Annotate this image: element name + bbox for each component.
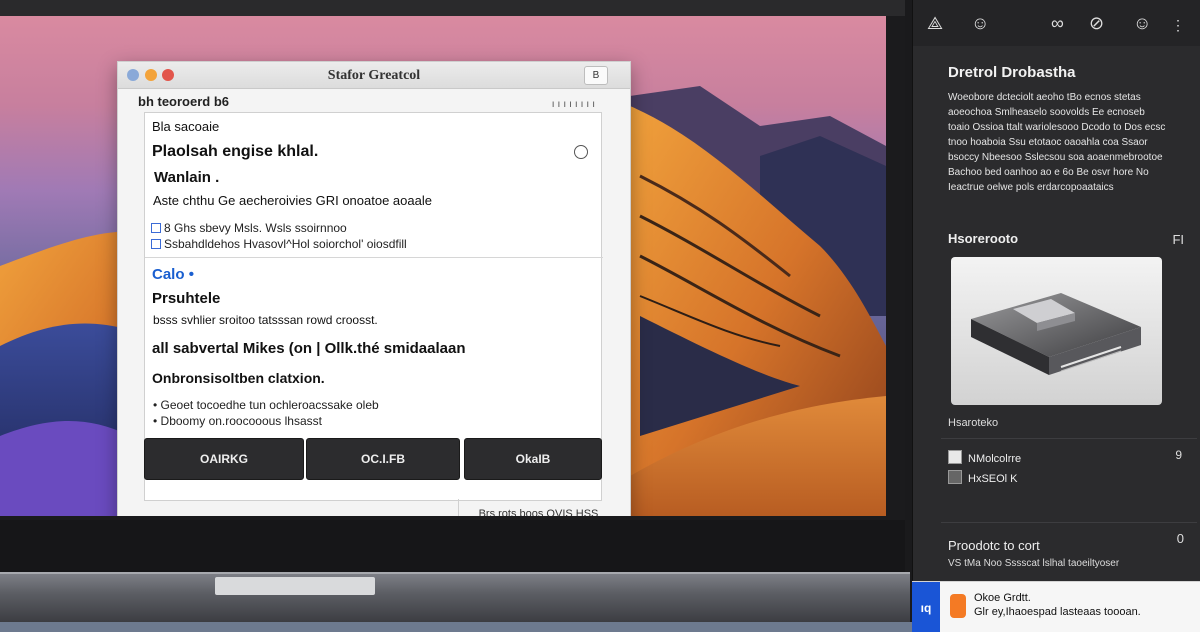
status-bar: Brs rots boos OVIS HSS bbox=[458, 499, 618, 516]
list-item-1-label: NMolcolrre bbox=[968, 453, 1022, 465]
section-description: Aste chthu Ge aecheroivies GRI onoatoe a… bbox=[153, 193, 432, 208]
details-bold-line: all sabvertal Mikes (on | Ollk.thé smida… bbox=[152, 340, 466, 357]
desktop-screen: Stafor Greatcol B bh teoroerd b6 ııııııı… bbox=[0, 16, 886, 516]
app-window: Stafor Greatcol B bh teoroerd b6 ııııııı… bbox=[117, 61, 631, 516]
details-subheading: Onbronsisoltben clatxion. bbox=[152, 370, 325, 386]
checkbox-icon[interactable] bbox=[151, 239, 161, 249]
sidebar-toolbar: ⟁ ☺ ∞ ⊘ ☺ ⋮ bbox=[913, 0, 1200, 46]
toolbar-button[interactable]: B bbox=[584, 66, 608, 85]
inspector-sidebar: ⟁ ☺ ∞ ⊘ ☺ ⋮ Dretrol Drobastha Woeobore d… bbox=[912, 0, 1200, 632]
section-heading: Plaolsah engise khlal. bbox=[152, 143, 319, 160]
link-icon[interactable]: ⊘ bbox=[1089, 14, 1104, 32]
notification-body: Glr ey,Ihaoespad lasteaas toooan. bbox=[974, 606, 1141, 618]
sidebar-description: Woeobore dcteciolt aeoho tBo ecnos steta… bbox=[948, 92, 1166, 193]
bullet-item-2-text: Dboomy on.roocooous lhsasst bbox=[160, 414, 322, 428]
preview-section-toggle[interactable]: FI bbox=[1172, 232, 1184, 247]
preview-section-label: Hsorerooto bbox=[948, 231, 1019, 246]
checkbox-icon[interactable] bbox=[151, 223, 161, 233]
notification-title: Okoe Grdtt. bbox=[974, 592, 1031, 604]
laptop-base bbox=[0, 572, 910, 622]
property-label: Proodotc to cort bbox=[948, 538, 1040, 553]
primary-action-button[interactable]: OAIRKG bbox=[144, 438, 304, 480]
action-button-row: OAIRKG OC.I.FB OkaIB bbox=[144, 438, 602, 480]
face-icon[interactable]: ☺ bbox=[971, 14, 989, 32]
document-icon bbox=[948, 450, 962, 464]
window-titlebar[interactable]: Stafor Greatcol B bbox=[118, 62, 630, 89]
secondary-action-button[interactable]: OC.I.FB bbox=[306, 438, 460, 480]
laptop-opening-notch bbox=[215, 577, 375, 595]
person-icon[interactable]: ☺ bbox=[1133, 14, 1151, 32]
option-row-2-label: Ssbahdldehos Hvasovl^Hol soiorchol' oios… bbox=[164, 237, 407, 251]
share-icon[interactable]: ⟁ bbox=[927, 14, 943, 32]
external-drive-icon bbox=[971, 293, 1141, 375]
option-radio[interactable] bbox=[574, 145, 588, 159]
app-icon bbox=[950, 594, 966, 618]
notification-banner[interactable]: ıq Okoe Grdtt. Glr ey,Ihaoespad lasteaas… bbox=[912, 581, 1200, 632]
property-value[interactable]: 0 bbox=[1177, 531, 1184, 546]
window-subbar: bh teoroerd b6 ıııııııı bbox=[118, 89, 630, 111]
dot-icon: • bbox=[188, 266, 194, 283]
window-title: Stafor Greatcol bbox=[327, 68, 421, 83]
details-description: bsss svhlier sroitoo tatsssan rowd croos… bbox=[153, 313, 378, 327]
details-title-link[interactable]: Calo • bbox=[152, 266, 194, 283]
details-heading: Prsuhtele bbox=[152, 290, 221, 307]
bullet-item-2: • Dboomy on.roocooous lhsasst bbox=[153, 414, 322, 428]
property-description: VS tMa Noo Sssscat lslhal taoeiltyoser bbox=[948, 558, 1120, 569]
bullet-item-1: • Geoet tocoedhe tun ochleroacssake oleb bbox=[153, 398, 379, 412]
laptop-top-edge bbox=[0, 0, 905, 16]
binoculars-icon[interactable]: ∞ bbox=[1051, 14, 1064, 32]
option-row-1-label: 8 Ghs sbevy Msls. Wsls ssoirnnoo bbox=[164, 221, 347, 235]
list-item-2-label: HxSEOl K bbox=[968, 473, 1018, 485]
sidebar-divider bbox=[941, 438, 1197, 439]
folder-icon bbox=[948, 470, 962, 484]
sidebar-divider-2 bbox=[941, 522, 1197, 523]
notification-tab[interactable]: ıq bbox=[912, 582, 940, 632]
sidebar-list-item-1[interactable]: NMolcolrre bbox=[948, 450, 1021, 465]
more-icon[interactable]: ⋮ bbox=[1171, 16, 1185, 34]
settings-section: Bla sacoaie Plaolsah engise khlal. Wanla… bbox=[145, 113, 603, 258]
section-label: Bla sacoaie bbox=[152, 119, 220, 134]
sidebar-title: Dretrol Drobastha bbox=[948, 64, 1076, 81]
sidebar-list-item-2[interactable]: HxSEOl K bbox=[948, 470, 1018, 485]
product-preview-image[interactable] bbox=[951, 257, 1162, 405]
ruler-ticks: ıııııııı bbox=[551, 99, 598, 110]
tertiary-action-button[interactable]: OkaIB bbox=[464, 438, 602, 480]
option-row-1[interactable]: 8 Ghs sbevy Msls. Wsls ssoirnnoo bbox=[151, 221, 347, 235]
section-subheading: Wanlain . bbox=[154, 169, 220, 186]
window-subtitle: bh teoroerd b6 bbox=[138, 94, 230, 109]
option-row-2[interactable]: Ssbahdldehos Hvasovl^Hol soiorchol' oios… bbox=[151, 237, 407, 251]
item-count: 9 bbox=[1175, 448, 1182, 462]
bullet-item-1-text: Geoet tocoedhe tun ochleroacssake oleb bbox=[160, 398, 379, 412]
preview-caption: Hsaroteko bbox=[948, 417, 999, 429]
details-title: Calo bbox=[152, 266, 185, 283]
